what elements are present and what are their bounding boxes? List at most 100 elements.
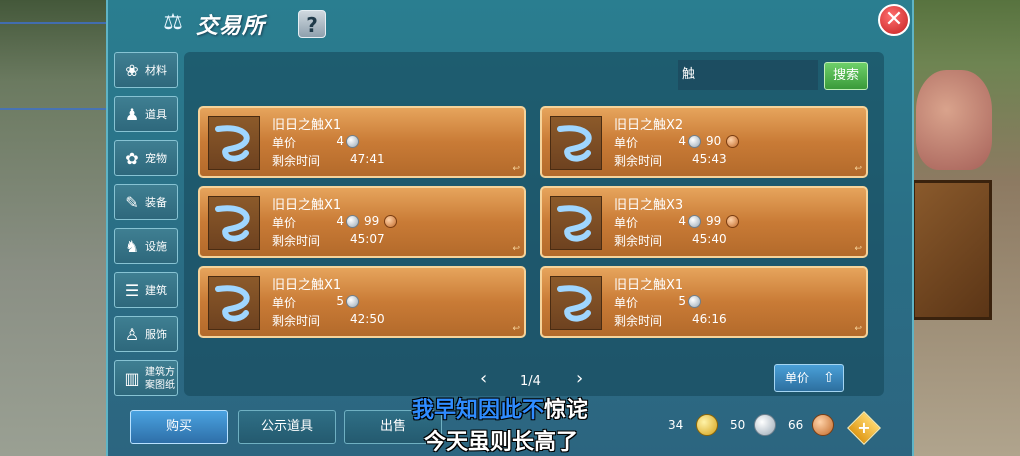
game-world-left — [0, 0, 110, 456]
silver-coin-icon — [346, 295, 359, 308]
add-currency-button[interactable]: + — [847, 411, 881, 445]
subtitle-line-2: 今天虽则长高了 — [424, 430, 579, 455]
sort-arrow-icon: ⇧ — [823, 370, 835, 386]
sidebar-item-materials[interactable]: ❀ 材料 — [114, 52, 178, 88]
sidebar-item-label: 材料 — [145, 64, 167, 77]
corner-mark-icon: ↩ — [854, 324, 862, 334]
copper-coin-icon — [726, 215, 739, 228]
remaining-time-value: 46:16 — [692, 312, 727, 326]
equipment-icon: ✎ — [125, 193, 139, 212]
close-button[interactable]: ✕ — [878, 4, 910, 36]
subtitle-highlight: 我早知因此不 — [412, 398, 545, 423]
listing-card[interactable]: 旧日之触X2 单价 4 90 剩余时间 45:43 ↩ — [540, 106, 868, 178]
sidebar-item-facility[interactable]: ♞ 设施 — [114, 228, 178, 264]
copper-amount: 66 — [788, 418, 804, 432]
unit-price-label: 单价 — [614, 216, 639, 230]
page-indicator: 1/4 — [520, 374, 541, 389]
unit-price-label: 单价 — [272, 216, 297, 230]
copper-coin-icon — [726, 135, 739, 148]
tentacle-item-icon — [550, 276, 602, 330]
sidebar-item-pets[interactable]: ✿ 宠物 — [114, 140, 178, 176]
copper-coin-icon — [384, 215, 397, 228]
corner-mark-icon: ↩ — [854, 244, 862, 254]
sidebar-item-equipment[interactable]: ✎ 装备 — [114, 184, 178, 220]
title-bar: ⚖ 交易所 ? ✕ — [108, 0, 912, 48]
help-button[interactable]: ? — [298, 10, 326, 38]
listing-card[interactable]: 旧日之触X1 单价 5 剩余时间 46:16 ↩ — [540, 266, 868, 338]
silver-coin-icon — [346, 215, 359, 228]
sidebar-item-label: 设施 — [145, 240, 167, 253]
item-name: 旧日之触X1 — [272, 278, 342, 293]
unit-price-label: 单价 — [614, 136, 639, 150]
remaining-time-label: 剩余时间 — [272, 234, 321, 248]
silver-amount: 50 — [730, 418, 746, 432]
tab-buy[interactable]: 购买 — [130, 410, 228, 444]
silver-price: 4 — [678, 134, 686, 148]
sort-by-price-button[interactable]: 单价 ⇧ — [774, 364, 844, 392]
listing-card[interactable]: 旧日之触X1 单价 4 99 剩余时间 45:07 ↩ — [198, 186, 526, 258]
tentacle-item-icon — [208, 276, 260, 330]
remaining-time-value: 45:43 — [692, 152, 727, 166]
sidebar-item-label: 装备 — [145, 196, 167, 209]
silver-coin-icon — [688, 215, 701, 228]
remaining-time-label: 剩余时间 — [272, 314, 321, 328]
paw-icon: ✿ — [125, 149, 139, 168]
listing-card[interactable]: 旧日之触X1 单价 4 剩余时间 47:41 ↩ — [198, 106, 526, 178]
listing-area: 触 搜索 旧日之触X1 单价 4 剩余时间 47:41 ↩ 旧日之触X2 单价 … — [184, 52, 884, 396]
tentacle-item-icon — [208, 116, 260, 170]
silver-price: 4 — [336, 134, 344, 148]
copper-price: 99 — [706, 214, 722, 228]
clothing-icon: ♙ — [124, 325, 140, 344]
sidebar-item-label: 建筑 — [145, 284, 167, 297]
remaining-time-label: 剩余时间 — [614, 314, 663, 328]
silver-price: 4 — [678, 214, 686, 228]
sidebar-item-label: 宠物 — [145, 152, 167, 165]
remaining-time-label: 剩余时间 — [614, 154, 663, 168]
sidebar-item-building[interactable]: ☰ 建筑 — [114, 272, 178, 308]
building-icon: ☰ — [124, 281, 140, 300]
sidebar-item-label: 建筑方案图纸 — [145, 367, 175, 391]
remaining-time-value: 45:40 — [692, 232, 727, 246]
item-name: 旧日之触X2 — [614, 118, 684, 133]
world-strip — [0, 22, 110, 24]
tentacle-item-icon — [550, 116, 602, 170]
tentacle-item-icon — [208, 196, 260, 250]
creature-figure — [916, 70, 992, 170]
corner-mark-icon: ↩ — [854, 164, 862, 174]
sidebar-item-blueprint[interactable]: ▥ 建筑方案图纸 — [114, 360, 178, 396]
tab-public-items[interactable]: 公示道具 — [238, 410, 336, 444]
gold-amount: 34 — [668, 418, 684, 432]
plus-icon: + — [857, 418, 871, 437]
silver-coin-icon — [346, 135, 359, 148]
trading-panel: ⚖ 交易所 ? ✕ ❀ 材料 ♟ 道具 ✿ 宠物 ✎ 装备 ♞ 设施 ☰ 建筑 — [106, 0, 914, 456]
remaining-time-value: 45:07 — [350, 232, 385, 246]
silver-coin-icon — [688, 295, 701, 308]
prev-page-button[interactable]: ‹ — [480, 368, 487, 389]
subtitle-rest: 惊诧 — [544, 398, 589, 423]
listing-card[interactable]: 旧日之触X3 单价 4 99 剩余时间 45:40 ↩ — [540, 186, 868, 258]
sidebar-item-clothing[interactable]: ♙ 服饰 — [114, 316, 178, 352]
silver-price: 4 — [336, 214, 344, 228]
search-button[interactable]: 搜索 — [824, 62, 868, 90]
corner-mark-icon: ↩ — [512, 324, 520, 334]
sort-button-label: 单价 — [785, 371, 810, 385]
silver-price: 5 — [678, 294, 686, 308]
blueprint-icon: ▥ — [124, 369, 140, 388]
next-page-button[interactable]: › — [576, 368, 583, 389]
silver-coin-icon — [754, 414, 776, 436]
page-title: 交易所 — [196, 14, 266, 39]
unit-price-label: 单价 — [272, 136, 297, 150]
balance-scale-icon: ⚖ — [163, 10, 183, 35]
copper-price: 90 — [706, 134, 722, 148]
item-name: 旧日之触X3 — [614, 198, 684, 213]
corner-mark-icon: ↩ — [512, 244, 520, 254]
gold-coin-icon — [696, 414, 718, 436]
item-name: 旧日之触X1 — [272, 198, 342, 213]
silver-coin-icon — [688, 135, 701, 148]
silver-price: 5 — [336, 294, 344, 308]
listing-card[interactable]: 旧日之触X1 单价 5 剩余时间 42:50 ↩ — [198, 266, 526, 338]
sidebar-item-label: 道具 — [145, 108, 167, 121]
sidebar-item-props[interactable]: ♟ 道具 — [114, 96, 178, 132]
search-input[interactable]: 触 — [678, 60, 818, 90]
copper-price: 99 — [364, 214, 380, 228]
